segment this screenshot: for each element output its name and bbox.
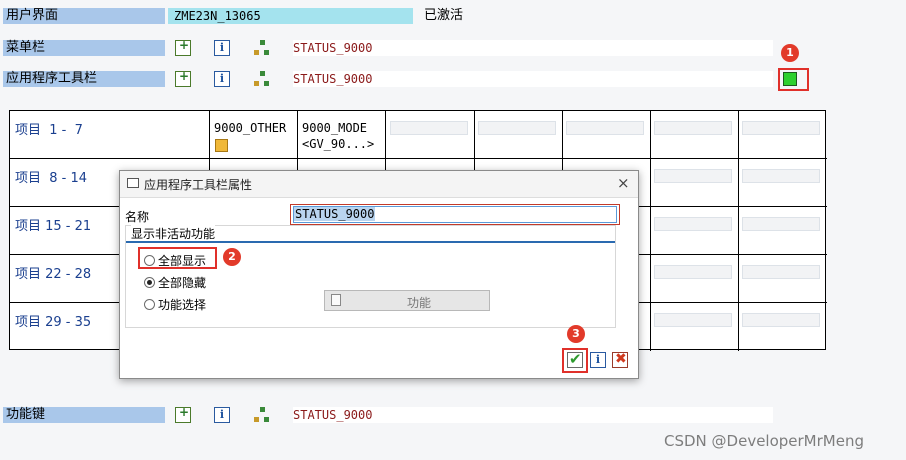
function-keys-label: 功能键 <box>3 407 165 423</box>
grid-row-label: 项目 22 - 28 <box>15 267 92 282</box>
grid-row-label: 项目 1 - 7 <box>15 123 83 138</box>
cancel-icon: ✖ <box>615 351 627 367</box>
menu-bar-status[interactable]: STATUS_9000 <box>293 40 773 56</box>
info-icon[interactable]: i <box>214 71 230 87</box>
menu-bar-label: 菜单栏 <box>3 40 165 56</box>
function-keys-status[interactable]: STATUS_9000 <box>293 407 773 423</box>
function-button[interactable]: 功能 <box>324 290 490 311</box>
create-icon[interactable] <box>175 38 191 56</box>
step-badge-2: 2 <box>223 248 241 266</box>
grid-row-label: 项目 15 - 21 <box>15 219 92 234</box>
empty-function-slot[interactable] <box>742 265 820 279</box>
dialog-title: 应用程序工具栏属性 <box>144 178 253 192</box>
user-interface-label: 用户界面 <box>3 8 165 24</box>
watermark: CSDN @DeveloperMrMeng <box>664 432 864 450</box>
radio-function-select[interactable] <box>144 299 155 310</box>
empty-function-slot[interactable] <box>390 121 468 135</box>
radio-hide-all[interactable] <box>144 277 155 288</box>
app-toolbar-attributes-dialog: 应用程序工具栏属性 × 名称 STATUS_9000 显示非活动功能 全部显示 … <box>119 170 639 379</box>
display-icon[interactable] <box>175 69 191 87</box>
activation-status: 已激活 <box>424 8 464 23</box>
inactive-functions-group: 显示非活动功能 全部显示 全部隐藏 功能选择 功能 <box>125 225 616 328</box>
step-badge-1: 1 <box>781 44 799 62</box>
name-label: 名称 <box>125 210 150 224</box>
hierarchy-icon[interactable] <box>254 40 270 56</box>
function-button-label: 功能 <box>407 296 432 310</box>
create-icon[interactable] <box>175 405 191 423</box>
empty-function-slot[interactable] <box>654 169 732 183</box>
grid-row-label: 项目 8 - 14 <box>15 171 88 186</box>
name-field-value: STATUS_9000 <box>294 207 376 221</box>
grid-row-label: 项目 29 - 35 <box>15 315 92 330</box>
toolbar-attributes-button[interactable] <box>783 72 797 86</box>
empty-function-slot[interactable] <box>654 217 732 231</box>
info-icon[interactable]: i <box>214 407 230 423</box>
function-code-other[interactable]: 9000_OTHER <box>214 121 286 135</box>
highlight-box-3 <box>562 348 588 373</box>
empty-function-slot[interactable] <box>742 217 820 231</box>
app-toolbar-label: 应用程序工具栏 <box>3 71 165 87</box>
cancel-button[interactable]: ✖ <box>612 351 628 368</box>
close-icon[interactable]: × <box>617 174 630 192</box>
empty-function-slot[interactable] <box>478 121 556 135</box>
clipboard-icon <box>215 139 228 152</box>
hierarchy-icon[interactable] <box>254 71 270 87</box>
step-badge-3: 3 <box>567 325 585 343</box>
group-title: 显示非活动功能 <box>131 225 216 242</box>
empty-function-slot[interactable] <box>654 313 732 327</box>
empty-function-slot[interactable] <box>742 169 820 183</box>
info-button[interactable]: i <box>590 352 606 368</box>
empty-function-slot[interactable] <box>654 265 732 279</box>
program-name-field[interactable]: ZME23N_13065 <box>168 8 413 24</box>
document-icon <box>331 294 341 306</box>
option-label-hide-all: 全部隐藏 <box>158 276 207 290</box>
function-code-mode[interactable]: 9000_MODE <box>302 121 367 135</box>
dialog-titlebar[interactable]: 应用程序工具栏属性 × <box>120 171 638 198</box>
hierarchy-icon[interactable] <box>254 407 270 423</box>
empty-function-slot[interactable] <box>654 121 732 135</box>
group-title-underline <box>126 241 615 243</box>
app-toolbar-status[interactable]: STATUS_9000 <box>293 71 773 87</box>
empty-function-slot[interactable] <box>742 313 820 327</box>
info-icon[interactable]: i <box>214 40 230 56</box>
function-code-mode-text: <GV_90...> <box>302 137 375 151</box>
empty-function-slot[interactable] <box>566 121 644 135</box>
highlight-box-2 <box>138 247 217 269</box>
dialog-window-icon <box>127 178 139 188</box>
empty-function-slot[interactable] <box>742 121 820 135</box>
name-field[interactable]: STATUS_9000 <box>293 206 617 223</box>
option-label-function-select: 功能选择 <box>158 298 207 312</box>
